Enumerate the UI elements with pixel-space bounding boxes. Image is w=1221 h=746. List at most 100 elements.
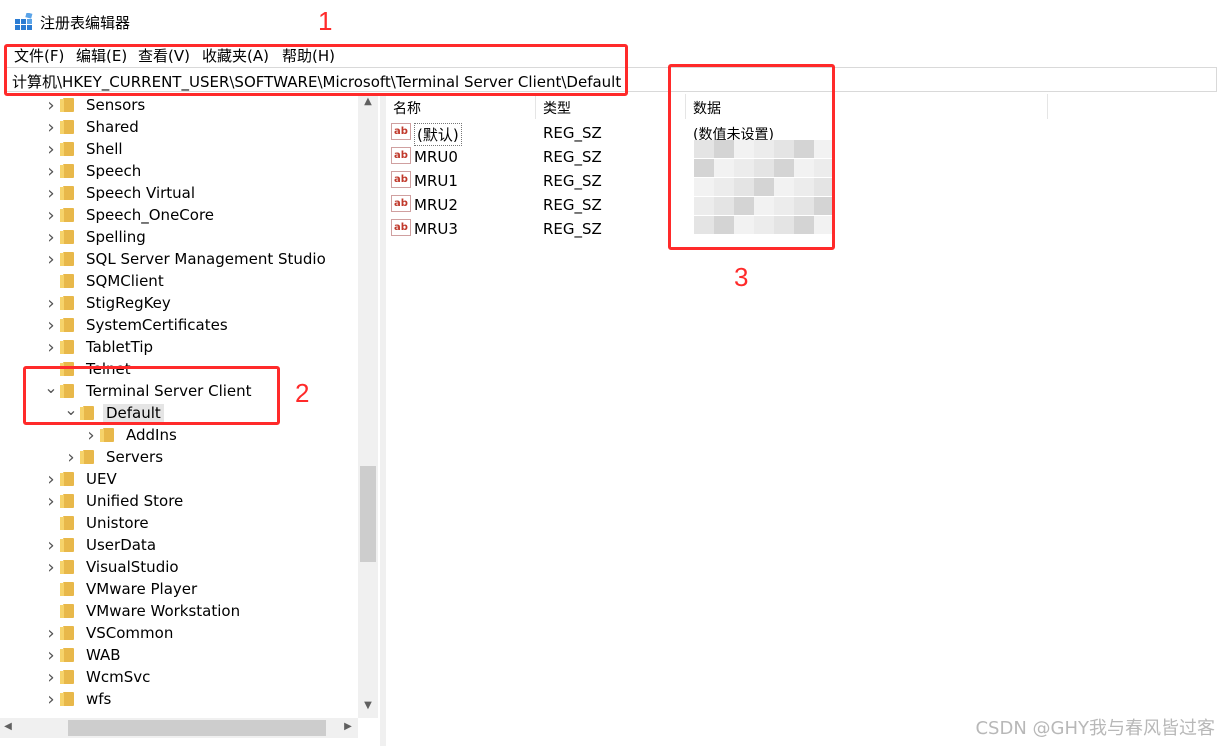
chevron-right-icon[interactable]: › — [44, 557, 58, 578]
tree-item[interactable]: › Speech Virtual — [44, 182, 198, 204]
title-bar: 注册表编辑器 — [0, 0, 1221, 42]
chevron-right-icon[interactable]: › — [44, 117, 58, 138]
chevron-right-icon[interactable]: › — [44, 623, 58, 644]
tree-vertical-scrollbar[interactable]: ▲ ▼ — [358, 94, 378, 718]
watermark: CSDN @GHY我与春风皆过客 — [975, 718, 1215, 739]
tree-item-label: Speech_OneCore — [86, 206, 215, 224]
chevron-right-icon[interactable]: › — [44, 95, 58, 116]
chevron-right-icon[interactable]: › — [44, 535, 58, 556]
tree-item-label: Shared — [86, 118, 139, 136]
scroll-left-icon[interactable]: ◀ — [0, 721, 16, 732]
chevron-right-icon[interactable]: › — [84, 425, 98, 446]
tree-item-label: Sensors — [86, 96, 146, 114]
chevron-right-icon[interactable]: › — [44, 491, 58, 512]
tree-item[interactable]: › Unified Store — [44, 490, 186, 512]
folder-icon — [60, 120, 74, 134]
string-value-icon: ab — [391, 195, 411, 212]
tree-vertical-scroll-thumb[interactable] — [360, 466, 376, 562]
tree-item-label: Speech Virtual — [86, 184, 196, 202]
value-name: MRU3 — [414, 220, 458, 238]
tree-item[interactable]: › Sensors — [44, 94, 148, 116]
annotation-number-2: 2 — [295, 378, 310, 408]
annotation-number-1: 1 — [318, 6, 333, 36]
tree-item[interactable]: › UserData — [44, 534, 159, 556]
tree-item-label: SQMClient — [86, 272, 164, 290]
tree-item[interactable]: › Speech — [44, 160, 144, 182]
tree-item-label: UserData — [86, 536, 157, 554]
tree-item-label: AddIns — [126, 426, 177, 444]
folder-icon — [60, 252, 74, 266]
scroll-down-icon[interactable]: ▼ — [360, 700, 376, 711]
chevron-right-icon[interactable]: › — [44, 645, 58, 666]
value-name: MRU1 — [414, 172, 458, 190]
folder-icon — [60, 274, 74, 288]
chevron-right-icon[interactable]: › — [44, 667, 58, 688]
tree-item[interactable]: › UEV — [44, 468, 120, 490]
tree-item[interactable]: › VSCommon — [44, 622, 176, 644]
chevron-right-icon[interactable]: › — [44, 227, 58, 248]
tree-item[interactable]: › Shell — [44, 138, 126, 160]
tree-item[interactable]: › StigRegKey — [44, 292, 174, 314]
folder-icon — [80, 450, 94, 464]
tree-item[interactable]: › SystemCertificates — [44, 314, 231, 336]
value-name: (默认) — [414, 123, 462, 146]
chevron-right-icon[interactable]: › — [44, 337, 58, 358]
tree-item-label: StigRegKey — [86, 294, 171, 312]
column-header-type[interactable]: 类型 — [536, 94, 686, 119]
tree-item[interactable]: VMware Workstation — [44, 600, 243, 622]
chevron-right-icon[interactable]: › — [44, 469, 58, 490]
folder-icon — [60, 340, 74, 354]
folder-icon — [60, 560, 74, 574]
tree-horizontal-scroll-thumb[interactable] — [68, 720, 326, 736]
value-type: REG_SZ — [543, 124, 602, 142]
tree-item[interactable]: › WcmSvc — [44, 666, 153, 688]
tree-item-label: VMware Workstation — [86, 602, 241, 620]
tree-item-label: SystemCertificates — [86, 316, 228, 334]
chevron-right-icon[interactable]: › — [44, 161, 58, 182]
annotation-box-1 — [4, 44, 628, 96]
value-type: REG_SZ — [543, 172, 602, 190]
tree-item-label: SQL Server Management Studio — [86, 250, 326, 268]
value-type: REG_SZ — [543, 196, 602, 214]
tree-item[interactable]: › Shared — [44, 116, 142, 138]
string-value-icon: ab — [391, 147, 411, 164]
tree-item-label: VisualStudio — [86, 558, 179, 576]
tree-item[interactable]: › TabletTip — [44, 336, 156, 358]
tree-item[interactable]: › wfs — [44, 688, 114, 710]
chevron-right-icon[interactable]: › — [44, 205, 58, 226]
value-name: MRU2 — [414, 196, 458, 214]
tree-item[interactable]: SQMClient — [44, 270, 167, 292]
tree-item[interactable]: › SQL Server Management Studio — [44, 248, 329, 270]
scroll-up-icon[interactable]: ▲ — [360, 96, 376, 107]
chevron-right-icon[interactable]: › — [44, 315, 58, 336]
chevron-right-icon[interactable]: › — [44, 139, 58, 160]
value-type: REG_SZ — [543, 220, 602, 238]
tree-item[interactable]: VMware Player — [44, 578, 200, 600]
tree-item-label: UEV — [86, 470, 117, 488]
folder-icon — [100, 428, 114, 442]
chevron-right-icon[interactable]: › — [44, 293, 58, 314]
tree-item[interactable]: › Spelling — [44, 226, 149, 248]
chevron-right-icon[interactable]: › — [44, 689, 58, 710]
chevron-right-icon[interactable]: › — [44, 183, 58, 204]
tree-item-label: Unistore — [86, 514, 149, 532]
folder-icon — [60, 494, 74, 508]
tree-item[interactable]: › Servers — [64, 446, 166, 468]
folder-icon — [60, 208, 74, 222]
chevron-right-icon[interactable]: › — [44, 249, 58, 270]
tree-item[interactable]: Unistore — [44, 512, 152, 534]
folder-icon — [60, 670, 74, 684]
tree-item-label: VMware Player — [86, 580, 198, 598]
string-value-icon: ab — [391, 219, 411, 236]
tree-item[interactable]: › Speech_OneCore — [44, 204, 217, 226]
column-header-name[interactable]: 名称 — [386, 94, 536, 119]
scroll-right-icon[interactable]: ▶ — [340, 721, 356, 732]
tree-item[interactable]: › AddIns — [84, 424, 180, 446]
folder-icon — [60, 230, 74, 244]
tree-item[interactable]: › WAB — [44, 644, 124, 666]
folder-icon — [60, 604, 74, 618]
chevron-right-icon[interactable]: › — [64, 447, 78, 468]
tree-item[interactable]: › VisualStudio — [44, 556, 182, 578]
tree-item-label: wfs — [86, 690, 112, 708]
tree-horizontal-scrollbar[interactable]: ◀ ▶ — [0, 718, 358, 738]
